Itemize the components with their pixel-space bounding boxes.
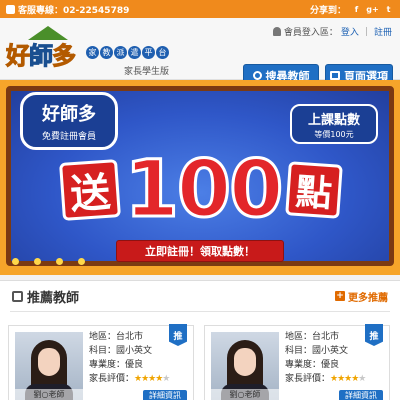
logo-tag: 派	[114, 46, 127, 59]
search-icon	[252, 71, 262, 80]
rating-label: 家長評價：	[285, 374, 331, 384]
logo-char-3: 多	[52, 42, 77, 71]
service-phone[interactable]: 客服專線：02-22545789	[6, 3, 129, 16]
logo-tag: 平	[142, 46, 155, 59]
recommended-header: 推薦教師 + 更多推薦	[0, 281, 400, 311]
teacher-level: 專業度：優良	[285, 360, 340, 370]
teacher-card[interactable]: 劉○老師 地區：台北市 科目：國小英文 專業度：優良 家長評價：★★★★★ 推 …	[8, 324, 194, 400]
service-phone-text: 客服專線：02-22545789	[18, 5, 130, 16]
twitter-icon[interactable]: t	[383, 4, 394, 15]
points-subtitle: 等價100元	[314, 130, 354, 139]
stars-empty: ★	[358, 374, 366, 384]
teacher-rating: 家長評價：★★★★★	[89, 372, 170, 386]
teacher-region: 地區：台北市	[285, 332, 340, 342]
top-bar: 客服專線：02-22545789 分享到： f g+ t	[0, 0, 400, 18]
logo-char-2: 師	[29, 42, 54, 71]
promo-banner[interactable]: 好師多 免費註冊會員 上課點數 等價100元 送 100 點 立即註冊！領取點數…	[0, 80, 400, 275]
bubble-subtitle: 免費註冊會員	[41, 132, 96, 142]
share-bar: 分享到： f g+ t	[310, 3, 394, 16]
thumbs-up-icon	[12, 290, 23, 302]
banner-lights	[12, 258, 85, 265]
plus-icon: +	[335, 291, 345, 301]
banner-headline: 送 100 點	[46, 142, 356, 238]
bubble-title: 好師多	[42, 104, 96, 125]
teacher-photo[interactable]: 劉○老師	[15, 332, 83, 400]
points-title: 上課點數	[307, 113, 360, 128]
recommended-title-text: 推薦教師	[27, 290, 80, 306]
login-prefix: 會員登入區：	[283, 28, 338, 38]
share-label: 分享到：	[309, 5, 346, 16]
login-area: 會員登入區： 登入 | 註冊	[272, 25, 392, 38]
teacher-subject: 科目：國小英文	[89, 346, 153, 356]
recommended-title: 推薦教師	[12, 287, 79, 306]
register-link[interactable]: 註冊	[374, 25, 392, 38]
teacher-region: 地區：台北市	[89, 332, 144, 342]
stars-empty: ★	[162, 374, 170, 384]
logo-brand: 好師多	[6, 36, 77, 71]
stars-filled: ★★★★	[134, 374, 163, 384]
logo-char-1: 好	[6, 42, 31, 71]
teacher-name: 劉○老師	[211, 389, 279, 400]
teacher-level: 專業度：優良	[89, 360, 144, 370]
recommend-badge: 推	[169, 324, 187, 346]
register-cta-button[interactable]: 立即註冊！領取點數！	[116, 240, 284, 262]
teacher-rating: 家長評價：★★★★★	[285, 372, 366, 386]
star-rating: ★★★★★	[330, 374, 366, 384]
site-logo[interactable]: 好師多 家 教 派 遣 平 台 家長學生版	[6, 26, 181, 78]
recommend-badge: 推	[365, 324, 383, 346]
user-icon	[272, 27, 281, 36]
site-header: 好師多 家 教 派 遣 平 台 家長學生版 會員登入區： 登入 | 註冊 搜尋教…	[0, 18, 400, 87]
phone-icon	[6, 4, 15, 14]
stars-filled: ★★★★	[330, 374, 359, 384]
rating-label: 家長評價：	[89, 374, 135, 384]
star-rating: ★★★★★	[134, 374, 170, 384]
headline-unit: 點	[285, 161, 344, 219]
detail-button[interactable]: 詳細資訊	[143, 390, 187, 400]
facebook-icon[interactable]: f	[351, 4, 362, 15]
menu-icon	[330, 71, 340, 80]
logo-tag: 台	[156, 46, 169, 59]
logo-tag: 家	[86, 46, 99, 59]
points-box: 上課點數 等價100元	[290, 104, 378, 144]
logo-subtitle: 家長學生版	[124, 67, 170, 77]
teacher-card[interactable]: 劉○老師 地區：台北市 科目：國小英文 專業度：優良 家長評價：★★★★★ 推 …	[204, 324, 390, 400]
more-recommend-text: 更多推薦	[348, 292, 388, 304]
divider	[10, 311, 390, 312]
teacher-photo[interactable]: 劉○老師	[211, 332, 279, 400]
headline-number: 100	[123, 144, 285, 237]
login-link[interactable]: 登入	[341, 25, 359, 38]
detail-button[interactable]: 詳細資訊	[339, 390, 383, 400]
logo-tag: 教	[100, 46, 113, 59]
recommended-section: 推薦教師 + 更多推薦 劉○老師 地區：台北市 科目：國小英文 專業度：優良 家…	[0, 280, 400, 400]
divider: |	[364, 26, 368, 37]
google-plus-icon[interactable]: g+	[366, 4, 378, 15]
teacher-name: 劉○老師	[15, 389, 83, 400]
logo-tags: 家 教 派 遣 平 台	[86, 46, 169, 59]
teacher-info: 地區：台北市 科目：國小英文 專業度：優良 家長評價：★★★★★	[285, 330, 366, 386]
more-recommend-link[interactable]: + 更多推薦	[335, 289, 388, 304]
teacher-info: 地區：台北市 科目：國小英文 專業度：優良 家長評價：★★★★★	[89, 330, 170, 386]
logo-tag: 遣	[128, 46, 141, 59]
headline-send: 送	[58, 159, 121, 221]
teacher-subject: 科目：國小英文	[285, 346, 349, 356]
